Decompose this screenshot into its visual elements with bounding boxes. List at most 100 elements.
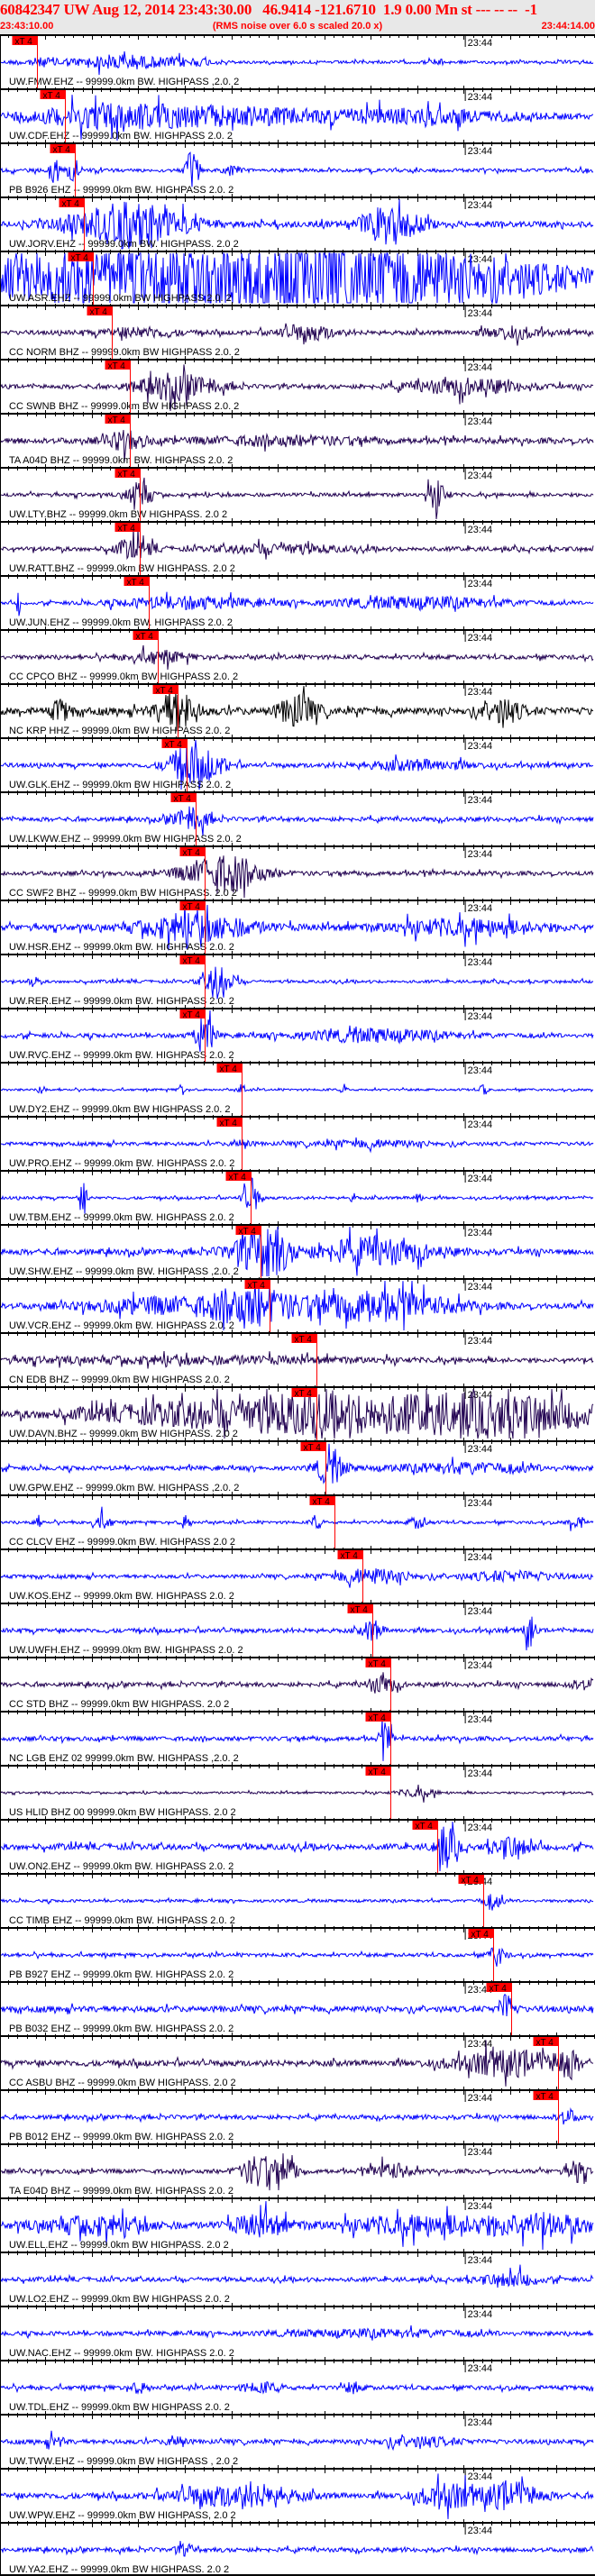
station-label: TA E04D BHZ -- 99999.0km BW. HIGHPASS 2.… (9, 2186, 233, 2197)
minute-tick-label: 23:44 (468, 2471, 493, 2482)
minute-tick-label: 23:44 (468, 416, 493, 427)
station-label: UW.LO2.EHZ -- 99999.0km BW HIGHPASS 2.0.… (9, 2294, 230, 2305)
minute-tick-label: 23:44 (468, 1011, 493, 1022)
pick-label: xT 4 (351, 1605, 369, 1615)
station-label: UW.RATT.BHZ -- 99999.0km BW HIGHPASS. 2.… (9, 563, 235, 574)
station-label: CC ASBU BHZ -- 99999.0km BW HIGHPASS. 2.… (9, 2078, 236, 2088)
station-label: UW.DAVN.BHZ -- 99999.0km BW HIGHPASS. 2.… (9, 1429, 238, 1439)
station-label: UW.LKWW.EHZ -- 99999.0km BW HIGHPASS 2.0… (9, 834, 242, 845)
pick-label: xT 4 (239, 1227, 257, 1237)
pick-label: xT 4 (90, 307, 108, 317)
waveform (0, 966, 594, 1000)
pick-label: xT 4 (71, 253, 89, 263)
trace-panel: 23:44 CC SWNB BHZ -- 99999.0km BW HIGHPAS… (0, 356, 595, 413)
pick-label: xT 4 (136, 632, 154, 642)
trace-panel: 23:44 UW.RVC.EHZ -- 99999.0km BW. HIGHPAS… (0, 1005, 595, 1062)
station-label: UW.RER.EHZ -- 99999.0km BW. HIGHPASS 2.0… (9, 996, 234, 1007)
minute-tick-label: 23:44 (468, 470, 493, 481)
station-label: UW.JUN.EHZ -- 99999.0km BW. HIGHPASS 2.0… (9, 617, 233, 628)
station-label: CC SWF2 BHZ -- 99999.0km BW HIGHPASS. 2.… (9, 888, 237, 899)
station-label: UW.DY2.EHZ -- 99999.0km BW HIGHPASS 2.0.… (9, 1104, 231, 1115)
minute-tick-label: 23:44 (468, 92, 493, 103)
waveform (0, 1083, 594, 1095)
station-label: UW.NAC.EHZ -- 99999.0km BW. HIGHPASS 2.0… (9, 2348, 234, 2359)
pick-label: xT 4 (369, 1659, 387, 1669)
pick-label: xT 4 (165, 740, 183, 750)
trace-panel: 23:44 UW.JORV.EHZ -- 99999.0km BW. HIGHPA… (0, 194, 595, 251)
minute-tick-label: 23:44 (468, 2093, 493, 2104)
trace-panel: 23:44 CC SWF2 BHZ -- 99999.0km BW HIGHPAS… (0, 843, 595, 900)
minute-tick-label: 23:44 (468, 2363, 493, 2374)
station-label: NC LGB EHZ 02 99999.0km BW. HIGHPASS ,2.… (9, 1753, 239, 1764)
pick-label: xT 4 (536, 2038, 554, 2048)
minute-tick-label: 23:44 (468, 957, 493, 968)
station-label: UW.RVC.EHZ -- 99999.0km BW. HIGHPASS 2.0… (9, 1050, 234, 1061)
trace-panel: 23:44 UW.GLK.EHZ -- 99999.0km BW HIGHPASS… (0, 735, 595, 791)
waveform (0, 151, 594, 187)
seismogram-plot: 23:44 UW.FMW.EHZ -- 99999.0km BW. HIGHPAS… (0, 34, 595, 2576)
waveform (0, 591, 594, 617)
pick-label: xT 4 (313, 1497, 331, 1507)
trace-panel: 23:44 UW.ELL.EHZ -- 99999.0km BW HIGHPASS… (0, 2195, 595, 2252)
pick-label: xT 4 (471, 1930, 490, 1940)
waveform (0, 2264, 594, 2288)
station-label: UW.HSR.EHZ -- 99999.0km BW. HIGHPASS 2.0… (9, 942, 234, 953)
station-label: UW.YA2.EHZ -- 99999.0km BW HIGHPASS. 2.0… (9, 2564, 229, 2575)
station-label: TA A04D BHZ -- 99999.0km BW. HIGHPASS 2.… (9, 455, 233, 466)
minute-tick-label: 23:44 (468, 1119, 493, 1130)
trace-panel: 23:44 US HLID BHZ 00 99999.0km BW HIGHPAS… (0, 1762, 595, 1819)
waveform (1, 323, 594, 346)
trace-panel: 23:44PB B927 EHZ -- 99999.0km BW. HIGHPA… (0, 1924, 595, 1981)
minute-tick-label: 23:44 (468, 146, 493, 157)
trace-panel: 23:44PB B032 EHZ -- 99999.0km BW. HIGHPA… (0, 1978, 595, 2035)
pick-label: xT 4 (62, 199, 80, 209)
minute-tick-label: 23:44 (468, 687, 493, 698)
trace-panel: 23:44 UW.GPW.EHZ -- 99999.0km BW. HIGHPAS… (0, 1438, 595, 1494)
trace-panel: 23:44 NC LGB EHZ 02 99999.0km BW. HIGHPAS… (0, 1708, 595, 1765)
minute-tick-label: 23:44 (468, 1498, 493, 1509)
station-label: CC NORM BHZ -- 99999.0km BW HIGHPASS 2.0… (9, 347, 240, 358)
event-title: 60842347 UW Aug 12, 2014 23:43:30.00 46.… (0, 1, 537, 18)
station-label: CC CPCO BHZ -- 99999.0km BW HIGHPASS 2.0… (9, 671, 238, 682)
minute-tick-label: 23:44 (468, 633, 493, 644)
station-label: UW.WPW.EHZ -- 99999.0km BW HIGHPASS, 2.0… (9, 2510, 236, 2521)
trace-panel: 23:44 UW.DY2.EHZ -- 99999.0km BW HIGHPASS… (0, 1059, 595, 1116)
waveform (0, 1672, 594, 1694)
minute-tick-label: 23:44 (468, 1552, 493, 1563)
station-label: PB B926 EHZ -- 99999.0km BW. HIGHPASS 2.… (9, 185, 233, 196)
trace-panel: 23:44UW.DAVN.BHZ -- 99999.0km BW HIGHPAS… (0, 1384, 595, 1440)
minute-tick-label: 23:44 (468, 200, 493, 211)
pick-label: xT 4 (127, 578, 145, 588)
trace-panel: 23:44 CC ASBU BHZ -- 99999.0km BW HIGHPAS… (0, 2032, 595, 2089)
waveform (0, 2325, 594, 2341)
trace-panel: 23:44 UW.CDF.EHZ -- 99999.0km BW. HIGHPAS… (0, 86, 595, 142)
pick-label: xT 4 (490, 1984, 508, 1994)
pick-label: xT 4 (416, 1822, 434, 1832)
waveform (0, 644, 594, 671)
waveform (0, 2153, 594, 2191)
minute-tick-label: 23:44 (468, 795, 493, 806)
trace-panel: 23:44 UW.TWW.EHZ -- 99999.0km BW HIGHPASS… (0, 2411, 595, 2468)
pick-label: xT 4 (462, 1876, 480, 1886)
trace-panel: 23:44 PB B012 EHZ -- 99999.0km BW. HIGHPA… (0, 2087, 595, 2143)
pick-label: xT 4 (341, 1551, 359, 1561)
station-label: PB B927 EHZ -- 99999.0km BW. HIGHPASS 2.… (9, 1969, 233, 1980)
pick-label: xT 4 (229, 1173, 247, 1183)
station-label: CC STD BHZ -- 99999.0km BW HIGHPASS. 2.0… (9, 1699, 229, 1710)
station-label: UW.JORV.EHZ -- 99999.0km BW. HIGHPASS. 2… (9, 239, 239, 250)
minute-tick-label: 23:44 (468, 2526, 493, 2536)
trace-panel: 23:44 UW.LTY.BHZ -- 99999.0km BW HIGHPASS… (0, 464, 595, 521)
pick-label: xT 4 (15, 37, 33, 47)
pick-label: xT 4 (220, 1064, 238, 1074)
trace-panel: 23:44 UW.RATT.BHZ -- 99999.0km BW HIGHPAS… (0, 518, 595, 575)
waveform (0, 2107, 594, 2125)
trace-panel: 23:44 UW.JUN.EHZ -- 99999.0km BW. HIGHPAS… (0, 572, 595, 629)
pick-label: xT 4 (295, 1389, 313, 1399)
station-label: CC CLCV EHZ -- 99999.0km BW. HIGHPASS 2.… (9, 1537, 235, 1548)
waveform (0, 1947, 594, 1967)
station-label: UW.UWFH.EHZ -- 99999.0km BW. HIGHPASS 2.… (9, 1645, 243, 1656)
pick-label: xT 4 (304, 1443, 322, 1453)
station-label: CC SWNB BHZ -- 99999.0km BW HIGHPASS 2.0… (9, 401, 239, 412)
pick-label: xT 4 (53, 145, 71, 155)
trace-panel: 23:44 UW.VCR.EHZ -- 99999.0km BW. HIGHPAS… (0, 1275, 595, 1332)
